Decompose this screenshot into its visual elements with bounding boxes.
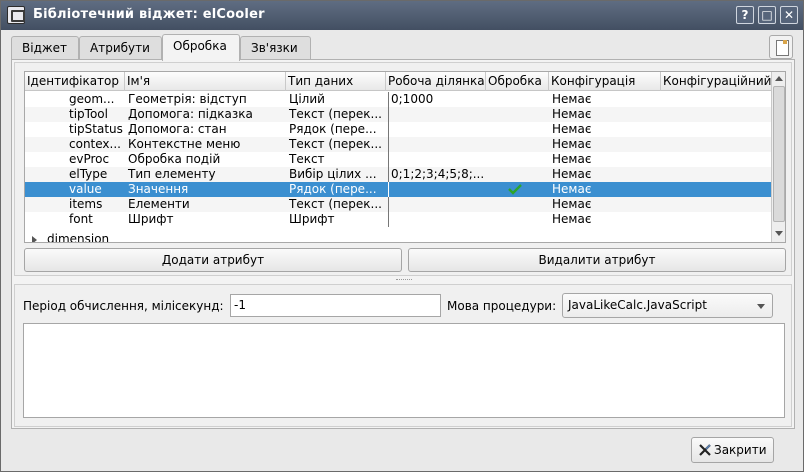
cell-name: Шрифт: [128, 212, 174, 226]
table-row[interactable]: items Елементи Текст (перек... Немає: [25, 197, 771, 212]
column-header[interactable]: Тип даних: [286, 72, 386, 91]
cell-name: Допомога: стан: [128, 122, 227, 136]
cell-config: Немає: [552, 182, 592, 196]
column-header[interactable]: Обробка: [486, 72, 549, 91]
expand-arrow-icon[interactable]: [32, 236, 37, 242]
cell-config: Немає: [552, 197, 592, 211]
group-label: dimension: [47, 232, 110, 243]
scrollbar-thumb[interactable]: [773, 86, 785, 222]
cell-type: Вибір цілих ...: [289, 167, 377, 181]
cell-name: Геометрія: відступ: [128, 92, 247, 106]
cell-config: Немає: [552, 167, 592, 181]
language-label: Мова процедури:: [447, 299, 557, 313]
cell-id: contex...: [69, 137, 121, 151]
scroll-up-arrow-icon[interactable]: [772, 72, 785, 86]
cell-type: Цілий: [289, 92, 325, 106]
tab-widget[interactable]: Віджет: [11, 36, 79, 60]
cell-id: tipTool: [69, 107, 108, 121]
language-value: JavaLikeCalc.JavaScript: [568, 298, 707, 312]
cell-id: evProc: [69, 152, 110, 166]
cell-workspace: 0;1;2;3;4;5;8;...: [388, 167, 486, 182]
processing-panel: Ідентифікатор Ім'я Тип даних Робоча діля…: [11, 59, 795, 429]
table-row[interactable]: value Значення Рядок (пере... Немає: [25, 182, 771, 197]
table-row[interactable]: elType Тип елементу Вибір цілих ... 0;1;2;3…: [25, 167, 771, 182]
cell-id: items: [69, 197, 103, 211]
table-header: Ідентифікатор Ім'я Тип даних Робоча діля…: [25, 72, 771, 91]
cell-id: geom...: [69, 92, 115, 106]
table-row[interactable]: contex... Контекстне меню Текст (перек... Н…: [25, 137, 771, 152]
table-row[interactable]: font Шрифт Шрифт Немає: [25, 212, 771, 227]
cell-type: Шрифт: [289, 212, 335, 226]
cell-workspace: [388, 212, 486, 227]
language-select[interactable]: JavaLikeCalc.JavaScript: [562, 293, 773, 318]
app-icon: [7, 6, 25, 24]
cell-name: Тип елементу: [128, 167, 216, 181]
cell-config: Немає: [552, 92, 592, 106]
cell-type: Рядок (пере...: [289, 182, 377, 196]
splitter-handle[interactable]: [396, 279, 412, 281]
table-row[interactable]: geom... Геометрія: відступ Цілий 0;1000 Нема…: [25, 92, 771, 107]
close-icon: [699, 444, 711, 456]
help-button[interactable]: ?: [736, 6, 754, 24]
cell-name: Контекстне меню: [128, 137, 241, 151]
cell-config: Немає: [552, 137, 592, 151]
tab-attributes[interactable]: Атрибути: [79, 36, 162, 60]
cell-config: Немає: [552, 152, 592, 166]
procedure-code-editor[interactable]: [23, 323, 785, 418]
cell-workspace: [388, 137, 486, 152]
attributes-table[interactable]: Ідентифікатор Ім'я Тип даних Робоча діля…: [24, 71, 786, 243]
tab-processing[interactable]: Обробка: [162, 34, 240, 61]
cell-config: Немає: [552, 212, 592, 226]
cell-type: Текст (перек...: [289, 197, 382, 211]
close-label: Закрити: [714, 443, 767, 457]
cell-name: Значення: [128, 182, 189, 196]
column-header[interactable]: Конфігурація: [549, 72, 661, 91]
scroll-down-arrow-icon[interactable]: [772, 226, 785, 240]
cell-name: Обробка подій: [128, 152, 221, 166]
cell-id: font: [69, 212, 93, 226]
check-icon: [508, 184, 522, 195]
close-button[interactable]: Закрити: [691, 437, 774, 463]
cell-id: elType: [69, 167, 108, 181]
procedure-pane: Період обчислення, мілісекунд: -1 Мова п…: [14, 284, 792, 427]
chevron-down-icon: [757, 304, 765, 309]
maximize-button[interactable]: □: [758, 6, 776, 24]
period-input[interactable]: -1: [230, 294, 441, 317]
cell-type: Текст (перек...: [289, 107, 382, 121]
dialog-window: Бібліотечний віджет: elCooler ? □ ✕ Відж…: [0, 0, 804, 472]
cell-workspace: [388, 122, 486, 137]
cell-config: Немає: [552, 107, 592, 121]
cell-type: Текст: [289, 152, 325, 166]
cell-id: tipStatus: [69, 122, 123, 136]
cell-name: Допомога: підказка: [128, 107, 253, 121]
cell-workspace: 0;1000: [388, 92, 486, 107]
column-header[interactable]: Ідентифікатор: [25, 72, 125, 91]
cell-type: Рядок (пере...: [289, 122, 377, 136]
cell-id: value: [69, 182, 102, 196]
title-bar[interactable]: Бібліотечний віджет: elCooler ? □ ✕: [1, 1, 803, 30]
tree-group-row[interactable]: dimension: [25, 232, 771, 243]
column-header[interactable]: Ім'я: [125, 72, 286, 91]
column-header[interactable]: Робоча ділянка: [386, 72, 486, 91]
cell-workspace: [388, 197, 486, 212]
vertical-scrollbar[interactable]: [771, 72, 785, 242]
document-icon[interactable]: [769, 35, 793, 59]
delete-attribute-button[interactable]: Видалити атрибут: [408, 248, 786, 272]
table-row[interactable]: tipStatus Допомога: стан Рядок (пере... Нем…: [25, 122, 771, 137]
cell-name: Елементи: [128, 197, 190, 211]
window-close-button[interactable]: ✕: [780, 6, 798, 24]
cell-config: Немає: [552, 122, 592, 136]
window-title: Бібліотечний віджет: elCooler: [33, 7, 265, 22]
add-attribute-button[interactable]: Додати атрибут: [24, 248, 402, 272]
table-row[interactable]: tipTool Допомога: підказка Текст (перек...…: [25, 107, 771, 122]
cell-workspace: [388, 152, 486, 167]
period-label: Період обчислення, мілісекунд:: [23, 299, 224, 313]
tab-links[interactable]: Зв'язки: [240, 36, 311, 60]
column-header[interactable]: Конфігураційний: [661, 72, 771, 91]
attributes-pane: Ідентифікатор Ім'я Тип даних Робоча діля…: [14, 62, 792, 276]
cell-workspace: [388, 107, 486, 122]
table-row[interactable]: evProc Обробка подій Текст Немає: [25, 152, 771, 167]
cell-workspace: [388, 182, 486, 197]
cell-type: Текст (перек...: [289, 137, 382, 151]
